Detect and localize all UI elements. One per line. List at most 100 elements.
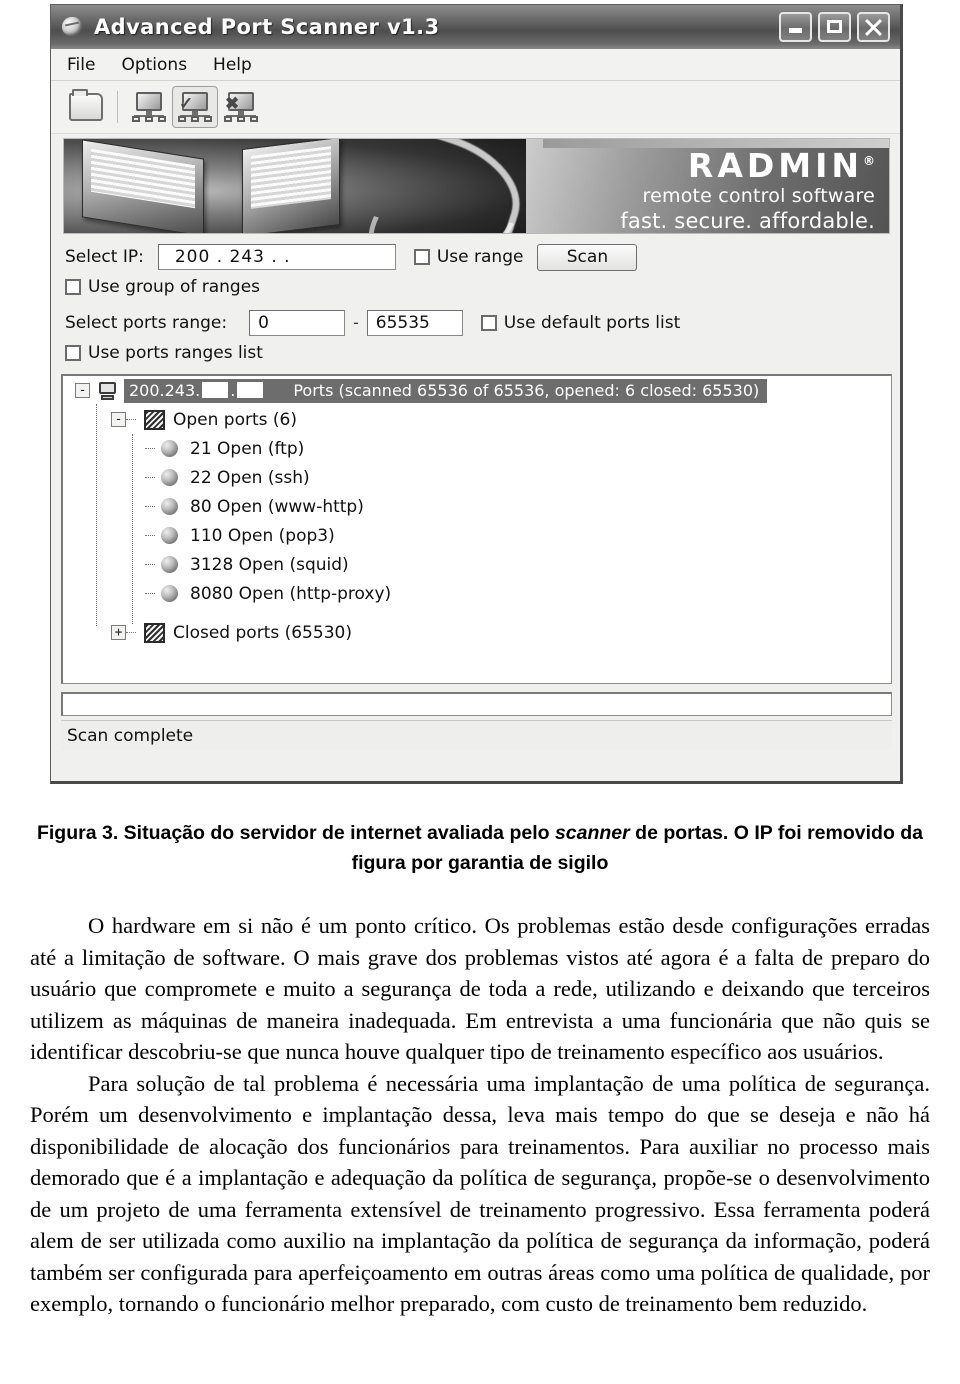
status-bar: Scan complete — [61, 720, 892, 750]
port-range-separator: - — [353, 313, 359, 332]
scan-computer-button[interactable]: ✓ — [172, 86, 218, 128]
port-from-input[interactable]: 0 — [249, 310, 346, 336]
port-label: 3128 Open (squid) — [190, 554, 349, 575]
host-icon — [98, 381, 117, 400]
tree-dot-connector — [145, 506, 155, 507]
menu-item-options[interactable]: Options — [121, 55, 187, 75]
caption-italic-word: scanner — [554, 822, 630, 844]
radmin-banner[interactable]: RADMIN® remote control software fast. se… — [63, 138, 890, 234]
expander-closed-ports[interactable]: + — [111, 625, 126, 640]
use-range-checkbox[interactable] — [413, 249, 430, 265]
computer-check-icon: ✓ — [178, 92, 212, 122]
use-group-of-ranges-row: Use group of ranges — [65, 272, 888, 302]
paragraph-2: Para solução de tal problema é necessári… — [30, 1070, 930, 1317]
toolbar: ✓ ✖ — [51, 81, 900, 134]
tree-row-port[interactable]: 8080 Open (http-proxy) — [63, 579, 891, 608]
tree-dot-connector — [145, 535, 155, 536]
maximize-button[interactable] — [818, 12, 851, 42]
scan-progress-bar — [61, 692, 892, 716]
window-title: Advanced Port Scanner v1.3 — [94, 15, 440, 39]
tree-row-port[interactable]: 22 Open (ssh) — [63, 463, 891, 492]
scan-button[interactable]: Scan — [537, 243, 638, 271]
port-label: 8080 Open (http-proxy) — [190, 583, 392, 604]
port-status-icon — [161, 469, 178, 486]
figure-caption: Figura 3. Situação do servidor de intern… — [30, 818, 930, 878]
use-group-of-ranges-checkbox[interactable] — [65, 279, 81, 295]
use-default-ports-list-checkbox-wrap[interactable]: Use default ports list — [480, 313, 681, 333]
banner-tagline-2: fast. secure. affordable. — [620, 209, 875, 233]
tree-connector-line — [132, 434, 133, 624]
use-range-label: Use range — [436, 247, 524, 267]
close-button[interactable] — [857, 12, 890, 42]
host-ip-prefix: 200.243. — [129, 380, 201, 400]
use-group-of-ranges-checkbox-wrap[interactable]: Use group of ranges — [65, 277, 260, 297]
closed-ports-group-label: Closed ports (65530) — [173, 622, 352, 643]
menu-item-file[interactable]: File — [67, 55, 95, 75]
tree-connector-line — [96, 404, 97, 626]
ip-input[interactable]: 200 . 243 . . — [157, 244, 396, 270]
port-status-icon — [161, 585, 178, 602]
tree-dot-connector — [145, 593, 155, 594]
port-status-icon — [161, 556, 178, 573]
menu-item-help[interactable]: Help — [213, 55, 252, 75]
use-range-checkbox-wrap[interactable]: Use range — [413, 247, 524, 267]
folder-icon — [69, 89, 103, 121]
computer-icon — [132, 92, 166, 122]
use-default-ports-list-label: Use default ports list — [503, 313, 681, 333]
use-default-ports-list-checkbox[interactable] — [480, 315, 497, 331]
port-label: 110 Open (pop3) — [190, 525, 335, 546]
advanced-port-scanner-window: Advanced Port Scanner v1.3 File Options … — [50, 4, 903, 784]
expander-open-ports[interactable]: - — [111, 412, 126, 427]
minimize-button[interactable] — [779, 12, 812, 42]
redacted-octet-4 — [237, 382, 264, 398]
expander-host[interactable]: - — [75, 383, 90, 398]
tree-dot-connector — [126, 419, 136, 420]
port-label: 80 Open (www-http) — [190, 496, 364, 517]
toolbar-separator — [117, 91, 118, 123]
tree-row-port[interactable]: 80 Open (www-http) — [63, 492, 891, 521]
computer-button[interactable] — [126, 86, 172, 128]
tree-row-port[interactable]: 21 Open (ftp) — [63, 434, 891, 463]
caption-part-1: Figura 3. Situação do servidor de intern… — [36, 822, 555, 844]
ports-group-icon — [144, 409, 165, 430]
port-scanner-screenshot-figure: Advanced Port Scanner v1.3 File Options … — [50, 4, 910, 792]
title-bar[interactable]: Advanced Port Scanner v1.3 — [51, 5, 900, 49]
select-ip-row: Select IP: 200 . 243 . . Use range Scan — [65, 242, 888, 272]
globe-icon — [61, 15, 85, 39]
tree-dot-connector — [126, 632, 136, 633]
tree-row-host[interactable]: - 200.243.. Ports (scanned 65536 of 6553… — [63, 376, 891, 405]
banner-trademark: ® — [863, 154, 875, 168]
port-status-icon — [161, 527, 178, 544]
use-ports-ranges-list-checkbox-wrap[interactable]: Use ports ranges list — [65, 343, 263, 363]
port-status-icon — [161, 498, 178, 515]
port-label: 22 Open (ssh) — [190, 467, 310, 488]
configure-computer-button[interactable]: ✖ — [218, 86, 264, 128]
scan-results-tree[interactable]: - 200.243.. Ports (scanned 65536 of 6553… — [61, 374, 892, 684]
port-to-input[interactable]: 65535 — [366, 310, 463, 336]
document-body: O hardware em si não é um ponto crítico.… — [30, 910, 930, 1320]
tree-row-open-ports-group[interactable]: - Open ports (6) — [63, 405, 891, 434]
tree-dot-connector — [145, 448, 155, 449]
tree-row-port[interactable]: 110 Open (pop3) — [63, 521, 891, 550]
select-ip-label: Select IP: — [65, 247, 144, 267]
scan-form: Select IP: 200 . 243 . . Use range Scan … — [51, 240, 900, 368]
paragraph-1: O hardware em si não é um ponto crítico.… — [30, 913, 930, 1064]
banner-brand-name: RADMIN — [687, 146, 863, 185]
tree-row-port[interactable]: 3128 Open (squid) — [63, 550, 891, 579]
banner-brand: RADMIN® — [688, 149, 875, 182]
use-ports-ranges-list-checkbox[interactable] — [65, 345, 81, 361]
open-folder-button[interactable] — [63, 86, 109, 128]
computer-tools-icon: ✖ — [224, 92, 258, 122]
ports-group-icon — [144, 622, 165, 643]
select-ports-range-label: Select ports range: — [65, 313, 228, 333]
host-scan-summary: Ports (scanned 65536 of 65536, opened: 6… — [293, 380, 760, 400]
tree-dot-connector — [145, 564, 155, 565]
tree-row-closed-ports-group[interactable]: + Closed ports (65530) — [63, 618, 891, 647]
window-controls — [779, 12, 894, 42]
menu-bar: File Options Help — [51, 49, 900, 81]
open-ports-group-label: Open ports (6) — [173, 409, 297, 430]
host-row-label: 200.243.. Ports (scanned 65536 of 65536,… — [124, 378, 768, 403]
ports-range-row: Select ports range: 0 - 65535 Use defaul… — [65, 308, 888, 338]
banner-tagline-1: remote control software — [642, 185, 875, 207]
port-label: 21 Open (ftp) — [190, 438, 305, 459]
